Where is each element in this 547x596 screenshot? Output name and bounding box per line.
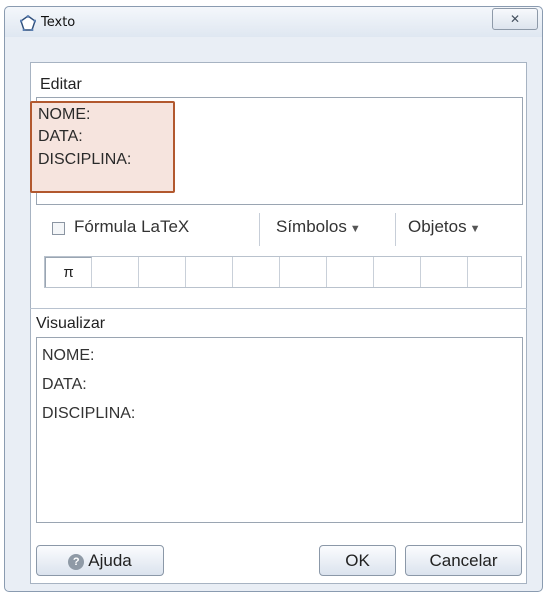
- latex-checkbox[interactable]: [52, 222, 65, 235]
- objects-menu[interactable]: Objetos ▼: [408, 217, 480, 237]
- preview-line-nome: NOME:: [42, 347, 95, 364]
- edit-line-nome: NOME:: [38, 106, 91, 123]
- title-bar[interactable]: Texto ✕: [5, 7, 542, 37]
- symbol-button[interactable]: [374, 257, 421, 287]
- app-icon: [19, 15, 37, 32]
- ok-button[interactable]: OK: [319, 545, 396, 576]
- cancel-label: Cancelar: [429, 551, 498, 570]
- cancel-button[interactable]: Cancelar: [405, 545, 522, 576]
- symbol-button[interactable]: [186, 257, 233, 287]
- symbol-button[interactable]: [139, 257, 186, 287]
- edit-line-data: DATA:: [38, 128, 83, 145]
- edit-section-label: Editar: [40, 76, 82, 93]
- symbol-button[interactable]: [92, 257, 139, 287]
- help-button[interactable]: ? Ajuda: [36, 545, 164, 576]
- close-button[interactable]: ✕: [492, 8, 538, 30]
- edit-line-disciplina: DISCIPLINA:: [38, 151, 132, 168]
- preview-area: [36, 337, 523, 523]
- symbols-menu[interactable]: Símbolos ▼: [276, 217, 361, 237]
- window-title: Texto: [41, 15, 76, 30]
- preview-line-data: DATA:: [42, 376, 87, 393]
- preview-line-disciplina: DISCIPLINA:: [42, 405, 136, 422]
- ok-label: OK: [345, 551, 370, 570]
- symbol-bar: π: [44, 256, 522, 288]
- chevron-down-icon: ▼: [469, 223, 481, 235]
- toolbar-separator: [395, 213, 396, 246]
- toolbar-separator: [259, 213, 260, 246]
- section-divider: [30, 308, 527, 309]
- symbol-button[interactable]: [233, 257, 280, 287]
- symbol-pi-button[interactable]: π: [45, 257, 92, 287]
- symbol-button[interactable]: [280, 257, 327, 287]
- symbol-button[interactable]: [421, 257, 468, 287]
- symbol-button[interactable]: [327, 257, 374, 287]
- preview-section-label: Visualizar: [36, 315, 106, 332]
- symbols-label: Símbolos: [276, 217, 347, 236]
- chevron-down-icon: ▼: [349, 223, 361, 235]
- help-label: Ajuda: [88, 551, 132, 570]
- objects-label: Objetos: [408, 217, 467, 236]
- latex-label[interactable]: Fórmula LaTeX: [74, 217, 189, 237]
- close-icon: ✕: [509, 12, 521, 26]
- help-icon: ?: [68, 554, 85, 570]
- symbol-button[interactable]: [468, 257, 515, 287]
